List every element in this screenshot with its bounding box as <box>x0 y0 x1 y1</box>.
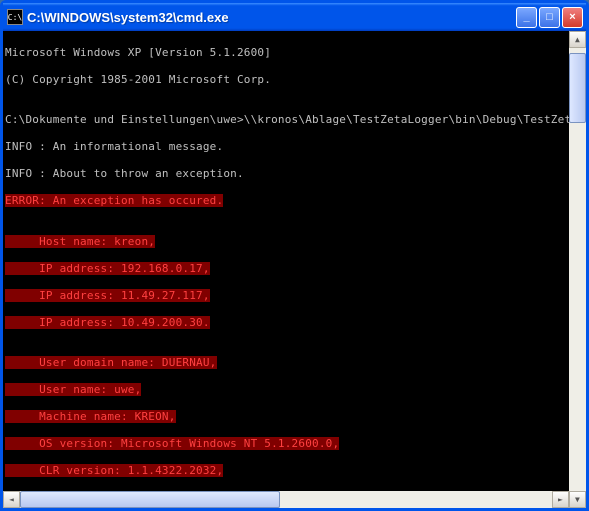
scroll-left-button[interactable]: ◄ <box>3 491 20 508</box>
console-line: INFO : An informational message. <box>5 140 567 154</box>
window-title: C:\WINDOWS\system32\cmd.exe <box>27 10 516 25</box>
scroll-down-button[interactable]: ▼ <box>569 491 586 508</box>
scroll-up-button[interactable]: ▲ <box>569 31 586 48</box>
scroll-right-button[interactable]: ► <box>552 491 569 508</box>
console-line: Microsoft Windows XP [Version 5.1.2600] <box>5 46 567 60</box>
close-button[interactable]: × <box>562 7 583 28</box>
error-line: CLR version: 1.1.4322.2032, <box>5 464 223 477</box>
error-line: IP address: 11.49.27.117, <box>5 289 210 302</box>
titlebar[interactable]: C:\ C:\WINDOWS\system32\cmd.exe _ □ × <box>3 3 586 31</box>
error-line: Host name: kreon, <box>5 235 155 248</box>
titlebar-buttons: _ □ × <box>516 7 583 28</box>
console-prompt: C:\Dokumente und Einstellungen\uwe>\\kro… <box>5 113 567 127</box>
scroll-track-horizontal[interactable] <box>20 491 552 508</box>
error-line: User domain name: DUERNAU, <box>5 356 217 369</box>
scroll-thumb-vertical[interactable] <box>569 53 586 123</box>
minimize-button[interactable]: _ <box>516 7 537 28</box>
error-line: Machine name: KREON, <box>5 410 176 423</box>
maximize-button[interactable]: □ <box>539 7 560 28</box>
cmd-window: C:\ C:\WINDOWS\system32\cmd.exe _ □ × Mi… <box>0 0 589 511</box>
horizontal-scrollbar[interactable]: ◄ ► <box>3 491 569 508</box>
error-line: IP address: 192.168.0.17, <box>5 262 210 275</box>
console-line: (C) Copyright 1985-2001 Microsoft Corp. <box>5 73 567 87</box>
cmd-icon: C:\ <box>7 9 23 25</box>
console-output[interactable]: Microsoft Windows XP [Version 5.1.2600] … <box>3 31 569 491</box>
error-line: User name: uwe, <box>5 383 141 396</box>
vertical-scrollbar[interactable]: ▲ ▼ <box>569 31 586 508</box>
error-line: OS version: Microsoft Windows NT 5.1.260… <box>5 437 339 450</box>
error-line: IP address: 10.49.200.30. <box>5 316 210 329</box>
error-line: ERROR: An exception has occured. <box>5 194 223 207</box>
console-area: Microsoft Windows XP [Version 5.1.2600] … <box>3 31 586 508</box>
scroll-thumb-horizontal[interactable] <box>20 491 280 508</box>
scroll-track-vertical[interactable] <box>569 48 586 491</box>
console-line: INFO : About to throw an exception. <box>5 167 567 181</box>
